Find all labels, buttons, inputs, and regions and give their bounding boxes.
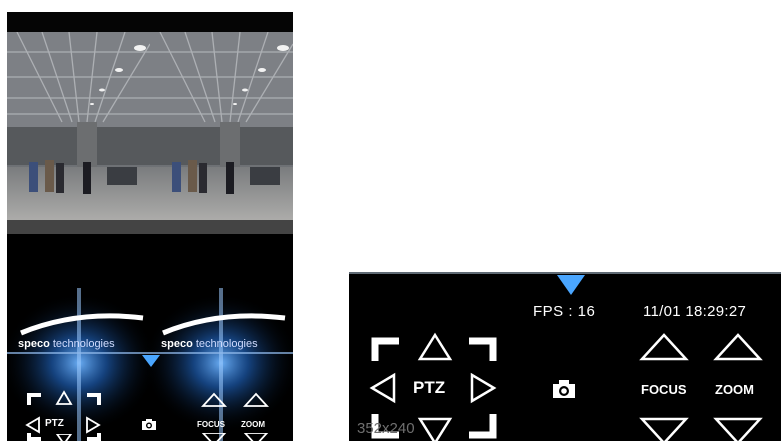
portrait-control-panel: speco technologies speco technologies PT… [7,288,293,441]
camera-frame-right [150,32,293,234]
ptz-down-left-icon[interactable] [27,433,43,441]
logo-brand-text: speco [18,338,50,350]
logo-suffix-text: technologies [192,338,258,350]
ptz-left-icon[interactable] [25,416,41,434]
ptz-up-right-icon[interactable] [85,392,101,406]
camera-live-view [7,32,293,234]
camera-icon[interactable] [552,379,576,399]
ptz-down-icon[interactable] [55,434,73,441]
ptz-up-icon[interactable] [55,390,73,406]
zoom-label: ZOOM [241,420,265,429]
spacer [7,234,293,288]
zoom-down-icon[interactable] [243,433,269,441]
ptz-down-icon[interactable] [417,416,453,441]
timestamp: 11/01 18:29:27 [643,303,747,320]
ptz-up-left-icon[interactable] [27,392,43,406]
collapse-arrow-icon[interactable] [141,354,161,368]
ptz-up-left-icon[interactable] [371,336,401,362]
landscape-screenshot: FPS : 16 11/01 18:29:27 PTZ 352x240 FOCU… [349,272,781,441]
ptz-down-right-icon[interactable] [467,414,497,441]
ptz-right-icon[interactable] [469,372,497,404]
camera-icon[interactable] [141,418,157,431]
fps-readout: FPS : 16 [533,303,596,320]
ptz-label: PTZ [45,418,64,429]
logo-brand-text: speco [161,338,193,350]
collapse-arrow-icon[interactable] [555,274,587,296]
speco-logo-right: speco technologies [161,338,258,350]
ptz-up-right-icon[interactable] [467,336,497,362]
camera-frame-left [7,32,151,234]
ptz-up-icon[interactable] [417,332,453,362]
portrait-screenshot: speco technologies speco technologies PT… [7,12,293,441]
focus-up-icon[interactable] [201,392,227,408]
logo-suffix-text: technologies [49,338,115,350]
focus-label: FOCUS [641,382,687,397]
status-bar [7,12,293,32]
ptz-right-icon[interactable] [85,416,101,434]
focus-down-icon[interactable] [201,433,227,441]
ptz-down-right-icon[interactable] [85,433,101,441]
focus-label: FOCUS [197,420,225,429]
zoom-label: ZOOM [715,382,754,397]
resolution-readout: 352x240 [357,420,415,437]
zoom-up-icon[interactable] [243,392,269,408]
ptz-left-icon[interactable] [369,372,397,404]
zoom-up-icon[interactable] [713,332,763,362]
focus-up-icon[interactable] [639,332,689,362]
zoom-down-icon[interactable] [713,416,763,441]
focus-down-icon[interactable] [639,416,689,441]
ptz-label: PTZ [413,378,446,397]
speco-logo-left: speco technologies [18,338,115,350]
